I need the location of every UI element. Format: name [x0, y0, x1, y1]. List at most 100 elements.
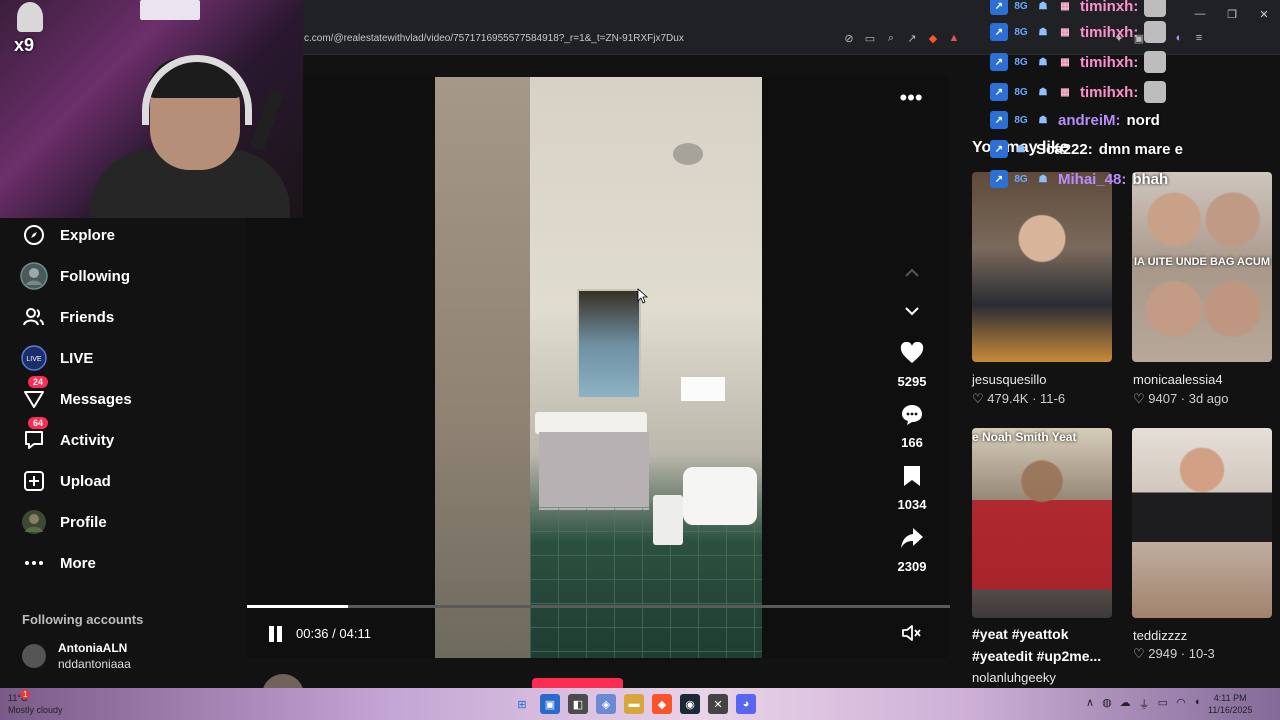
address-bar-actions: ⊘ ▭ ⌕ ↗ ◆ ▲ [842, 31, 961, 45]
video-player[interactable] [247, 77, 950, 658]
cloud-icon[interactable]: ☁ [1120, 696, 1131, 712]
address-bar[interactable]: c.com/@realestatewithvlad/video/75717169… [304, 33, 684, 44]
video-tile[interactable] [1132, 428, 1272, 618]
messages-icon: 24 [20, 376, 49, 413]
progress-bar[interactable] [247, 605, 950, 608]
tile-caption[interactable]: #yeat #yeattok #yeatedit #up2me... [972, 623, 1112, 667]
sidebar-item-more[interactable]: More [20, 549, 96, 577]
windows-start-icon[interactable]: ⊞ [512, 694, 532, 714]
cast-icon[interactable]: ▭ [863, 31, 877, 45]
share-count: 2309 [897, 559, 927, 574]
video-tile[interactable]: e Noah Smith Yeat [972, 428, 1112, 618]
tile-username[interactable]: monicaalessia4 [1133, 372, 1223, 387]
sidebar-item-upload[interactable]: Upload [20, 467, 111, 495]
tile-thumbnail [972, 428, 1112, 618]
display-icon[interactable]: ▭ [1158, 696, 1168, 712]
clock-time: 4:11 PM [1213, 693, 1247, 703]
clock-date: 11/16/2025 [1208, 705, 1253, 715]
sub-badge-icon: ↗ [990, 83, 1008, 101]
ghost-badge-icon: ☗ [1038, 0, 1048, 12]
chat-emote-icon [1144, 21, 1167, 43]
sidebar-item-friends[interactable]: Friends [20, 303, 114, 331]
chevron-up-icon[interactable]: ∧ [1086, 696, 1094, 712]
video-tile[interactable]: IA UITE UNDE BAG ACUM [1132, 172, 1272, 362]
more-icon [20, 549, 48, 577]
pause-button[interactable] [266, 624, 286, 644]
sub-badge-icon: ↗ [990, 23, 1008, 41]
leo-icon[interactable]: ◐ [1172, 31, 1186, 45]
multiplier-badge: x9 [14, 35, 35, 55]
volume-icon[interactable] [901, 624, 923, 644]
clock[interactable]: 4:11 PM 11/16/2025 [1208, 692, 1252, 716]
avatar [22, 644, 46, 668]
chat-username: Mihai_48: [1058, 170, 1127, 188]
discord-icon[interactable]: ◕ [736, 694, 756, 714]
brave-shield-icon[interactable]: ◆ [926, 31, 940, 45]
sidebar-item-live[interactable]: LIVE LIVE [20, 344, 93, 372]
svg-text:LIVE: LIVE [26, 356, 42, 363]
app-icon[interactable]: ◧ [568, 694, 588, 714]
sidebar-item-profile[interactable]: Profile [20, 508, 107, 536]
chevron-down-icon[interactable] [898, 304, 926, 328]
brave-rewards-icon[interactable]: ▲ [947, 31, 961, 45]
speaker-icon[interactable]: ◖ [1194, 696, 1201, 712]
webcam-sticker [17, 2, 43, 32]
activity-badge: 64 [28, 417, 49, 429]
sidebar-item-following[interactable]: Following [20, 262, 130, 290]
screen: c.com/@realestatewithvlad/video/75717169… [0, 0, 1280, 720]
video-toilet [683, 467, 757, 525]
steam-icon[interactable]: ◉ [680, 694, 700, 714]
sidebar-item-label: Profile [60, 513, 107, 531]
chat-emote-icon [1144, 81, 1167, 103]
tile-username[interactable]: teddizzzz [1133, 628, 1187, 643]
microphone-icon [250, 89, 284, 151]
video-ceiling-light [673, 143, 703, 165]
network-icon[interactable]: ◍ [1102, 696, 1112, 712]
share-icon[interactable]: ↗ [905, 31, 919, 45]
compass-icon [20, 221, 48, 249]
sidebar-item-explore[interactable]: Explore [20, 221, 115, 249]
bookmark-button[interactable]: 1034 [890, 465, 934, 512]
sidebar-item-messages[interactable]: 24 Messages [20, 376, 132, 413]
task-view-icon[interactable]: ▣ [540, 694, 560, 714]
tile-username[interactable]: nolanluhgeeky [972, 670, 1056, 685]
usb-icon[interactable]: ⏚ [1139, 696, 1150, 712]
zoom-icon[interactable]: ⌕ [884, 31, 898, 45]
chevron-up-icon[interactable] [898, 266, 926, 290]
ghost-badge-icon: ☗ [1038, 86, 1048, 98]
wifi-icon[interactable]: ◠ [1176, 696, 1186, 712]
more-options-icon[interactable]: ••• [895, 87, 927, 114]
brave-browser-icon[interactable]: ◆ [652, 694, 672, 714]
ghost-badge-icon: ☗ [1038, 56, 1048, 68]
following-account[interactable]: AntoniaALN nddantoniaaa [22, 640, 131, 672]
widgets-icon[interactable]: ◈ [596, 694, 616, 714]
avatar-icon [20, 262, 48, 290]
pause-icon-bar [277, 626, 282, 642]
close-icon[interactable]: ✕ [1248, 0, 1280, 28]
chat-username: timihxh: [1080, 53, 1139, 71]
translate-icon[interactable]: ⊘ [842, 31, 856, 45]
menu-icon[interactable]: ≡ [1192, 31, 1206, 45]
profile-icon [20, 508, 48, 536]
account-name: AntoniaALN [58, 641, 128, 655]
like-button[interactable]: 5295 [890, 341, 934, 389]
ghost-badge-icon: ☗ [1038, 173, 1048, 185]
restore-icon[interactable]: ❐ [1216, 0, 1248, 28]
share-button[interactable]: 2309 [890, 527, 934, 574]
sidebar-item-activity[interactable]: 64 Activity [20, 417, 115, 454]
sidebar-item-label: Friends [60, 308, 115, 326]
weather-widget[interactable]: 11°C Mostly cloudy [8, 692, 63, 716]
pause-icon [269, 626, 274, 642]
gift-badge-icon: ▦ [1060, 56, 1070, 68]
video-tile[interactable] [972, 172, 1112, 362]
tile-username[interactable]: jesusquesillo [972, 372, 1046, 387]
video-frame[interactable] [435, 77, 762, 658]
sidebar-item-label: Activity [60, 431, 115, 449]
video-cabinet [539, 432, 649, 510]
comment-button[interactable]: 166 [890, 403, 934, 450]
chat-username: timihxh: [1080, 83, 1139, 101]
minimize-icon[interactable]: — [1184, 0, 1216, 28]
file-explorer-icon[interactable]: ▬ [624, 694, 644, 714]
account-handle: nddantoniaaa [58, 657, 131, 671]
terminal-icon[interactable]: ✕ [708, 694, 728, 714]
